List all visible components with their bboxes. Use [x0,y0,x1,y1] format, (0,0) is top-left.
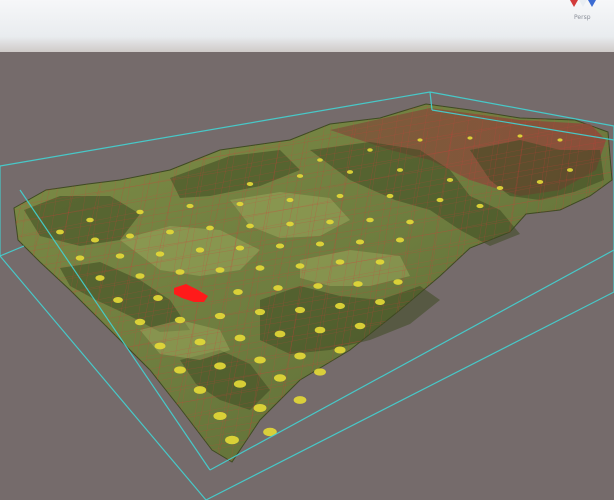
waypoint-marker [275,243,285,249]
waypoint-marker [214,312,226,320]
waypoint-marker [254,356,266,364]
sky [0,0,614,52]
waypoint-marker [353,281,363,287]
waypoint-marker [134,318,146,326]
waypoint-marker [367,148,373,152]
waypoint-marker [195,247,205,253]
waypoint-marker [406,219,414,225]
waypoint-marker [313,283,323,289]
waypoint-marker [286,197,294,203]
waypoint-marker [314,368,326,376]
waypoint-marker [135,273,145,279]
waypoint-marker [215,267,225,273]
waypoint-marker [446,178,454,182]
waypoint-marker [395,237,405,243]
waypoint-marker [417,138,423,142]
waypoint-marker [113,296,123,304]
waypoint-marker [295,263,305,269]
waypoint-marker [126,233,134,239]
waypoint-marker [293,396,307,404]
waypoint-marker [254,308,266,316]
waypoint-marker [436,197,444,203]
waypoint-marker [467,136,473,140]
waypoint-marker [214,362,226,370]
waypoint-marker [246,223,254,229]
waypoint-marker [174,366,186,374]
waypoint-marker [315,241,325,247]
terrain-scene[interactable] [0,0,614,500]
waypoint-marker [476,203,484,209]
waypoint-marker [566,168,574,172]
waypoint-marker [517,134,523,138]
waypoint-marker [75,255,85,261]
waypoint-marker [355,239,365,245]
scene-viewport[interactable]: Persp [0,0,614,500]
waypoint-marker [236,201,244,207]
waypoint-marker [90,237,100,243]
waypoint-marker [354,322,366,330]
waypoint-marker [286,221,294,227]
waypoint-marker [174,316,186,324]
waypoint-marker [536,180,544,184]
waypoint-marker [154,342,166,350]
waypoint-marker [155,251,165,257]
waypoint-marker [86,217,94,223]
waypoint-marker [225,435,239,445]
waypoint-marker [136,209,144,215]
waypoint-marker [366,217,374,223]
waypoint-marker [253,404,267,412]
waypoint-marker [234,334,246,342]
waypoint-marker [294,352,306,360]
waypoint-marker [396,168,404,172]
waypoint-marker [334,346,346,354]
axis-gizmo-icon[interactable]: Persp [568,0,608,22]
waypoint-marker [557,138,563,142]
waypoint-marker [274,330,286,338]
waypoint-marker [335,259,345,265]
waypoint-marker [335,302,345,310]
waypoint-marker [235,245,245,251]
waypoint-marker [175,269,185,275]
waypoint-marker [375,259,385,265]
waypoint-marker [326,219,334,225]
waypoint-marker [206,225,214,231]
waypoint-marker [233,380,247,388]
waypoint-marker [115,253,125,259]
waypoint-marker [95,275,105,281]
y-axis-cone-icon[interactable] [579,0,587,7]
waypoint-marker [386,193,394,199]
z-axis-cone-icon[interactable] [588,0,596,7]
waypoint-marker [314,326,326,334]
waypoint-marker [273,374,287,382]
waypoint-marker [246,182,254,186]
waypoint-marker [273,285,283,291]
waypoint-marker [166,229,174,235]
waypoint-marker [336,193,344,199]
waypoint-marker [496,185,504,191]
waypoint-marker [193,386,207,394]
projection-label[interactable]: Persp [574,14,591,21]
waypoint-marker [375,298,385,306]
waypoint-marker [346,170,354,174]
waypoint-marker [393,279,403,285]
waypoint-marker [153,294,163,302]
waypoint-marker [317,158,323,162]
waypoint-marker [255,265,265,271]
waypoint-marker [213,411,227,421]
x-axis-cone-icon[interactable] [570,0,578,7]
waypoint-marker [194,338,206,346]
waypoint-marker [186,203,194,209]
waypoint-marker [296,174,304,178]
waypoint-marker [294,306,306,314]
waypoint-marker [233,289,243,295]
waypoint-marker [56,229,64,235]
